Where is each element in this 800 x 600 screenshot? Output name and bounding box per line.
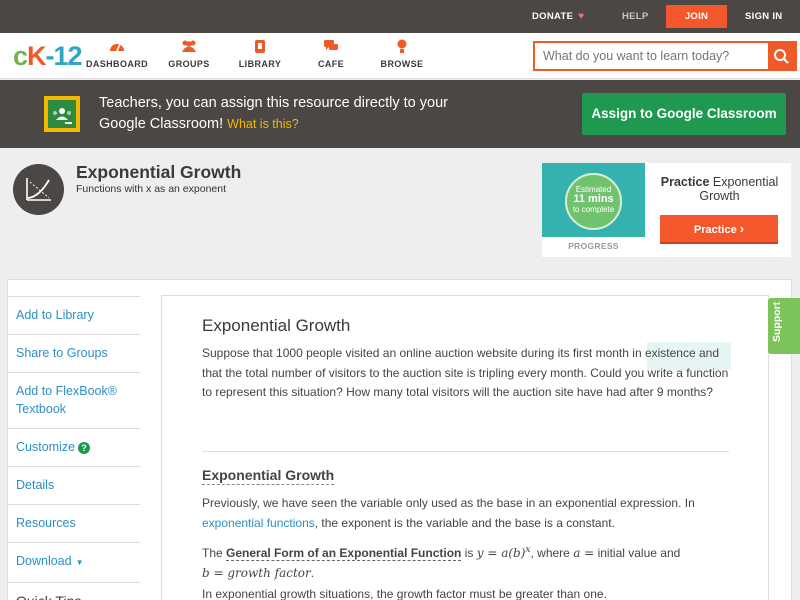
paragraph-1: Previously, we have seen the variable on… (202, 494, 729, 533)
what-is-this-link[interactable]: What is this? (227, 117, 299, 131)
divider (202, 451, 729, 452)
exponential-functions-link[interactable]: exponential functions (202, 516, 315, 530)
download-link[interactable]: Download ▼ (8, 542, 140, 582)
library-icon (220, 39, 300, 59)
search-button[interactable] (768, 43, 795, 69)
heart-icon: ♥ (578, 11, 585, 22)
cafe-icon (291, 39, 371, 59)
p2-is: is (464, 546, 474, 560)
practice-title: Practice Exponential Growth (652, 175, 787, 203)
practice-button[interactable]: Practice › (660, 215, 778, 244)
donate-link[interactable]: DONATE ♥ (532, 0, 584, 33)
quick-tips-heading: Quick Tips (8, 582, 140, 600)
article-title: Exponential Growth (202, 316, 351, 335)
search-box (533, 41, 797, 71)
nav-browse[interactable]: BROWSE (362, 39, 442, 69)
p2-initial: initial value and (597, 546, 681, 560)
customize-link[interactable]: Customize? (8, 428, 140, 466)
section-title: Exponential Growth (202, 467, 335, 485)
banner-message: Teachers, you can assign this resource d… (99, 93, 459, 135)
formula: y = a(b)x (476, 545, 531, 560)
groups-icon (149, 39, 229, 59)
share-to-groups-link[interactable]: Share to Groups (8, 334, 140, 372)
progress-label: PROGRESS (568, 241, 619, 251)
concept-subtitle: Functions with x as an exponent (76, 183, 227, 195)
main-nav: cK-12 DASHBOARD GROUPS LIBRARY CAFE BROW… (0, 33, 800, 79)
logo-k: K (27, 41, 46, 71)
formula-a: a = (573, 546, 595, 560)
estimate-minutes: 11 mins (573, 193, 614, 205)
practice-title-bold: Practice (660, 175, 710, 189)
dashboard-icon (77, 39, 157, 59)
progress-thumbnail[interactable]: Estimated 11 mins to complete (542, 163, 645, 237)
nav-cafe[interactable]: CAFE (291, 39, 371, 69)
details-link[interactable]: Details (8, 466, 140, 504)
p1-text-end: , the exponent is the variable and the b… (314, 515, 615, 530)
ck12-logo[interactable]: cK-12 (13, 41, 83, 71)
actions-sidebar: Add to Library Share to Groups Add to Fl… (8, 296, 140, 600)
download-label: Download (16, 554, 72, 568)
search-icon (774, 49, 789, 64)
join-button[interactable]: JOIN (666, 5, 727, 28)
support-label: Support (771, 301, 783, 342)
support-tab[interactable]: Support (768, 298, 800, 354)
nav-label: BROWSE (380, 59, 424, 69)
caret-down-icon: ▼ (75, 558, 84, 567)
p2-end: . (310, 566, 315, 580)
paragraph-3: In exponential growth situations, the gr… (202, 587, 607, 600)
customize-label: Customize (16, 440, 76, 454)
add-to-flexbook-link[interactable]: Add to FlexBook® Textbook (8, 372, 140, 428)
nav-label: CAFE (317, 59, 345, 69)
concept-graph-icon (13, 164, 64, 215)
practice-card: Estimated 11 mins to complete PROGRESS P… (542, 163, 791, 257)
search-input[interactable] (535, 43, 769, 69)
help-link[interactable]: HELP (622, 0, 649, 33)
article: Exponential Growth Suppose that 1000 peo… (161, 295, 769, 600)
formula-b: b = growth factor (202, 566, 311, 580)
p2-where: , where (530, 546, 570, 560)
formula-base: y = a(b) (476, 546, 526, 560)
nav-dashboard[interactable]: DASHBOARD (77, 39, 157, 69)
estimate-badge: Estimated 11 mins to complete (565, 173, 622, 230)
nav-label: DASHBOARD (85, 59, 149, 69)
article-intro: Suppose that 1000 people visited an onli… (202, 346, 729, 399)
google-classroom-icon (44, 96, 80, 132)
paragraph-2: The General Form of an Exponential Funct… (202, 540, 729, 583)
nav-label: GROUPS (168, 59, 210, 69)
add-to-library-link[interactable]: Add to Library (8, 296, 140, 334)
nav-label: LIBRARY (238, 59, 282, 69)
chevron-right-icon: › (739, 221, 745, 236)
assign-to-google-classroom-button[interactable]: Assign to Google Classroom (582, 93, 786, 135)
concept-title: Exponential Growth (76, 162, 242, 182)
practice-title-rest: Exponential Growth (699, 175, 779, 203)
donate-label: DONATE (532, 11, 574, 22)
nav-library[interactable]: LIBRARY (220, 39, 300, 69)
resources-link[interactable]: Resources (8, 504, 140, 542)
nav-groups[interactable]: GROUPS (149, 39, 229, 69)
browse-icon (362, 39, 442, 59)
sign-in-link[interactable]: SIGN IN (745, 0, 782, 33)
p2-the: The (202, 546, 223, 560)
practice-button-label: Practice (693, 224, 737, 236)
p1-text: Previously, we have seen the variable on… (202, 496, 695, 510)
estimate-line3: to complete (572, 205, 615, 214)
general-form-term[interactable]: General Form of an Exponential Function (226, 546, 462, 561)
help-icon[interactable]: ? (78, 442, 91, 454)
top-utility-bar: DONATE ♥ HELP JOIN SIGN IN (0, 0, 800, 33)
logo-c: c (13, 41, 28, 71)
